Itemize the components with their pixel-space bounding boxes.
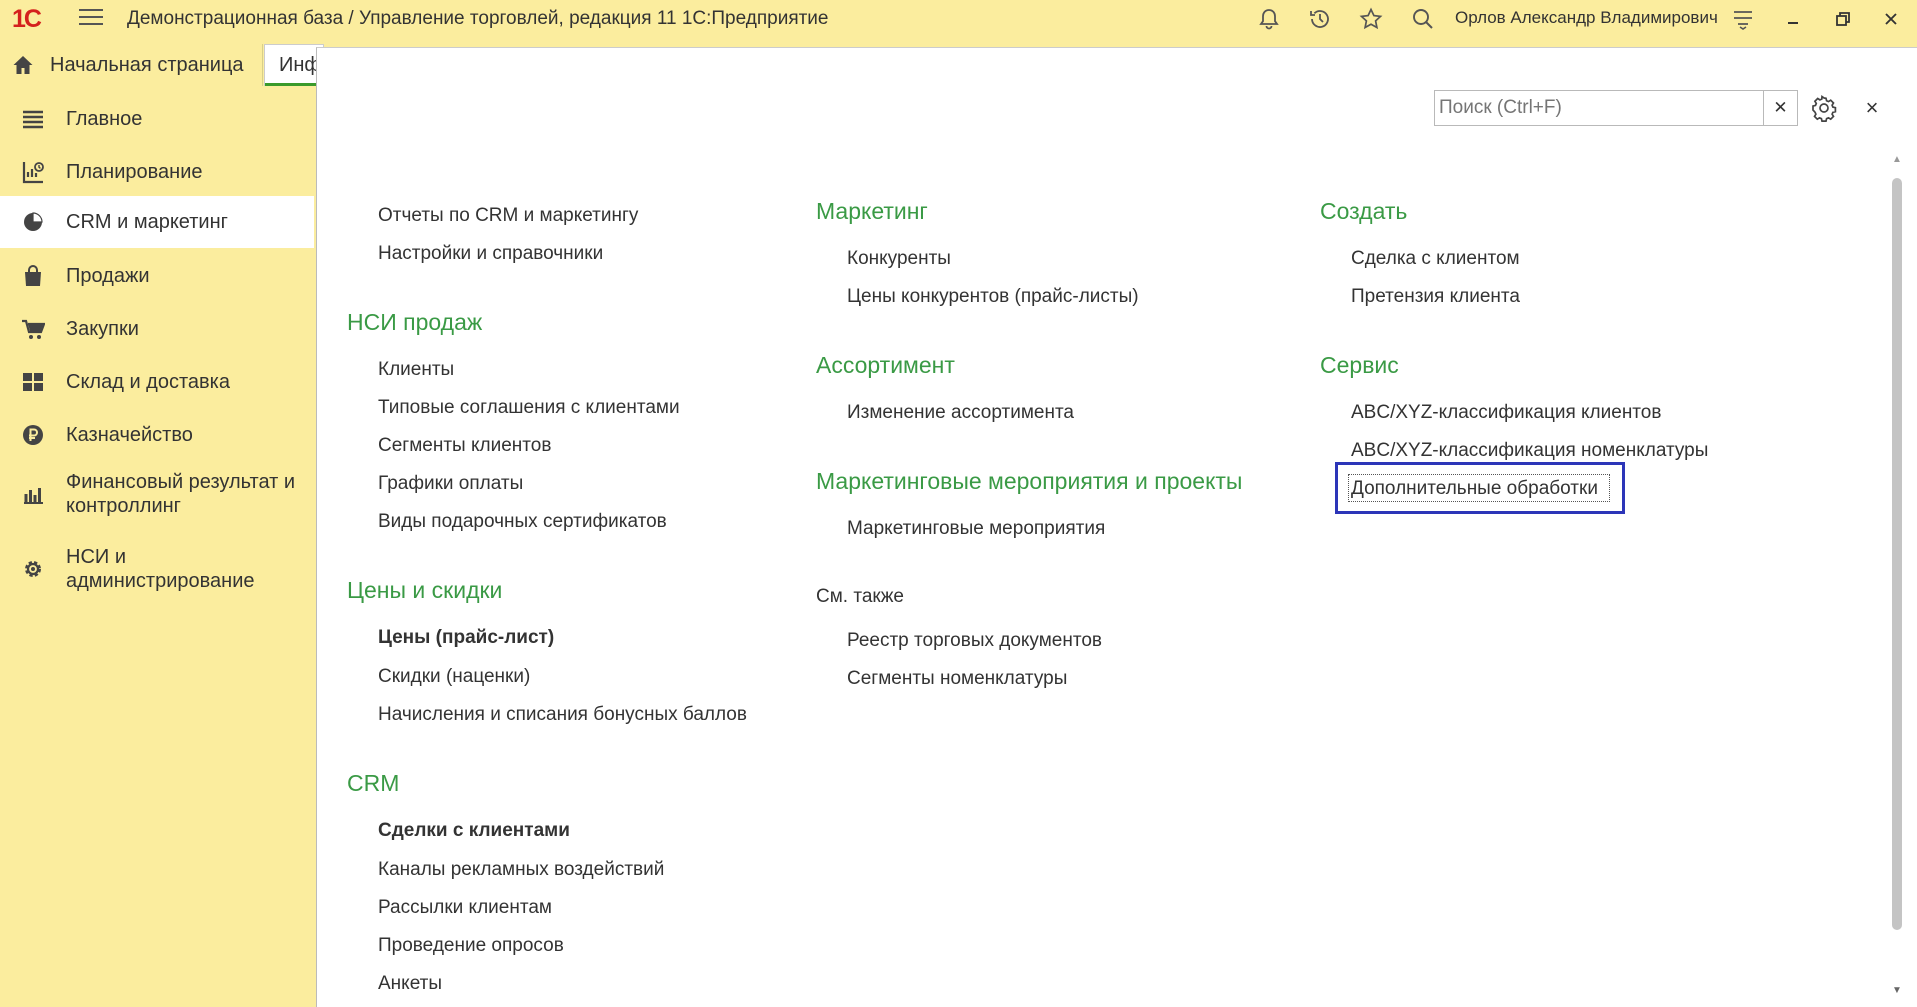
heading-assortment: Ассортимент — [816, 352, 955, 378]
gear-icon — [21, 557, 45, 581]
sidebar-item-planning[interactable]: Планирование — [0, 150, 314, 194]
link-trade-docs-registry[interactable]: Реестр торговых документов — [847, 630, 1102, 652]
link-ad-channels[interactable]: Каналы рекламных воздействий — [378, 859, 664, 881]
link-additional-processing[interactable]: Дополнительные обработки — [1351, 478, 1598, 500]
bell-icon[interactable] — [1256, 6, 1282, 32]
home-icon — [13, 56, 33, 74]
link-abc-xyz-clients[interactable]: ABC/XYZ-классификация клиентов — [1351, 402, 1661, 424]
search-input[interactable] — [1435, 91, 1763, 125]
sidebar: Главное Планирование CRM и маркетинг Про… — [0, 89, 314, 1007]
link-nomenclature-segments[interactable]: Сегменты номенклатуры — [847, 668, 1067, 690]
sidebar-item-warehouse[interactable]: Склад и доставка — [0, 360, 314, 404]
tab-bar: Начальная страница Инф — [0, 44, 325, 86]
sidebar-item-sales[interactable]: Продажи — [0, 254, 314, 298]
link-marketing-events[interactable]: Маркетинговые мероприятия — [847, 518, 1105, 540]
title-bar: 1С Демонстрационная база / Управление то… — [0, 0, 1917, 37]
scroll-up-arrow[interactable]: ▲ — [1892, 154, 1902, 165]
link-client-segments[interactable]: Сегменты клиентов — [378, 435, 551, 457]
heading-marketing: Маркетинг — [816, 198, 928, 224]
link-client-claim[interactable]: Претензия клиента — [1351, 286, 1520, 308]
link-abc-xyz-nomenclature[interactable]: ABC/XYZ-классификация номенклатуры — [1351, 440, 1708, 462]
pie-chart-icon — [21, 210, 45, 234]
scrollbar-thumb[interactable] — [1892, 178, 1902, 930]
sidebar-item-label: Закупки — [66, 318, 139, 340]
heading-crm: CRM — [347, 770, 400, 796]
search-icon[interactable] — [1410, 6, 1436, 32]
link-client-deals[interactable]: Сделки с клиентами — [378, 820, 570, 842]
sidebar-item-label-multiline: Финансовый результат и контроллинг — [66, 470, 295, 518]
cart-icon — [21, 317, 45, 341]
heading-nsi-sales: НСИ продаж — [347, 309, 483, 335]
link-create-deal[interactable]: Сделка с клиентом — [1351, 248, 1520, 270]
tab-home-label: Начальная страница — [50, 53, 244, 76]
sidebar-item-label: CRM и маркетинг — [66, 211, 228, 233]
sidebar-item-treasury[interactable]: Казначейство — [0, 413, 314, 457]
sidebar-item-label-line1: Финансовый результат и — [66, 471, 296, 493]
link-mailings[interactable]: Рассылки клиентам — [378, 897, 552, 919]
link-competitors[interactable]: Конкуренты — [847, 248, 951, 270]
sidebar-item-label-line2: администрирование — [66, 570, 255, 592]
panel-settings-icon[interactable] — [1810, 94, 1838, 122]
link-payment-schedules[interactable]: Графики оплаты — [378, 473, 523, 495]
see-also-label: См. также — [816, 586, 904, 607]
sidebar-item-label-line1: НСИ и — [66, 546, 126, 568]
heading-marketing-events: Маркетинговые мероприятия и проекты — [816, 468, 1243, 494]
sidebar-item-purchases[interactable]: Закупки — [0, 307, 314, 351]
sidebar-item-finance[interactable]: Финансовый результат и контроллинг — [0, 466, 314, 522]
search-box[interactable]: ✕ — [1434, 90, 1798, 126]
link-questionnaires[interactable]: Анкеты — [378, 973, 442, 995]
sidebar-item-label: Планирование — [66, 161, 203, 183]
tab-info-label: Инф — [279, 54, 321, 76]
link-clients[interactable]: Клиенты — [378, 359, 454, 381]
sidebar-item-nsi[interactable]: НСИ и администрирование — [0, 541, 314, 597]
user-name[interactable]: Орлов Александр Владимирович — [1455, 8, 1718, 28]
link-assortment-change[interactable]: Изменение ассортимента — [847, 402, 1074, 424]
heading-prices-discounts: Цены и скидки — [347, 577, 503, 603]
shopping-bag-icon — [21, 264, 45, 288]
link-standard-agreements[interactable]: Типовые соглашения с клиентами — [378, 397, 680, 419]
link-discounts[interactable]: Скидки (наценки) — [378, 666, 530, 688]
window-title: Демонстрационная база / Управление торго… — [127, 8, 829, 29]
link-surveys[interactable]: Проведение опросов — [378, 935, 564, 957]
menu-lines-icon — [21, 107, 45, 131]
restore-icon[interactable] — [1830, 6, 1856, 32]
warehouse-icon — [21, 370, 45, 394]
link-gift-certificates[interactable]: Виды подарочных сертификатов — [378, 511, 667, 533]
star-icon[interactable] — [1358, 6, 1384, 32]
link-competitor-prices[interactable]: Цены конкурентов (прайс-листы) — [847, 286, 1139, 308]
link-settings-directories[interactable]: Настройки и справочники — [378, 243, 603, 265]
heading-service: Сервис — [1320, 352, 1399, 378]
minimize-icon[interactable] — [1780, 6, 1806, 32]
link-crm-reports[interactable]: Отчеты по CRM и маркетингу — [378, 205, 638, 227]
main-menu-icon[interactable] — [79, 9, 103, 29]
tab-info[interactable]: Инф — [264, 44, 325, 86]
link-bonus-points[interactable]: Начисления и списания бонусных баллов — [378, 704, 747, 726]
sidebar-item-label-multiline: НСИ и администрирование — [66, 545, 255, 593]
sidebar-item-main[interactable]: Главное — [0, 97, 314, 141]
planning-icon — [21, 160, 45, 184]
link-price-list[interactable]: Цены (прайс-лист) — [378, 627, 554, 649]
ruble-icon — [21, 423, 45, 447]
close-icon[interactable] — [1878, 6, 1904, 32]
sidebar-item-label: Склад и доставка — [66, 371, 230, 393]
history-icon[interactable] — [1307, 6, 1333, 32]
sidebar-item-label: Продажи — [66, 265, 150, 287]
heading-create: Создать — [1320, 198, 1408, 224]
panel-close-icon[interactable]: × — [1860, 95, 1884, 120]
tab-home[interactable]: Начальная страница — [0, 44, 263, 86]
clear-search-icon[interactable]: ✕ — [1763, 91, 1797, 125]
app-logo: 1С — [12, 5, 42, 33]
scroll-down-arrow[interactable]: ▼ — [1892, 985, 1902, 996]
sidebar-item-crm[interactable]: CRM и маркетинг — [0, 196, 314, 248]
bar-chart-icon — [21, 482, 45, 506]
settings-lines-icon[interactable] — [1730, 6, 1756, 32]
sidebar-item-label: Главное — [66, 108, 143, 130]
sidebar-item-label: Казначейство — [66, 424, 193, 446]
sidebar-item-label-line2: контроллинг — [66, 495, 181, 517]
